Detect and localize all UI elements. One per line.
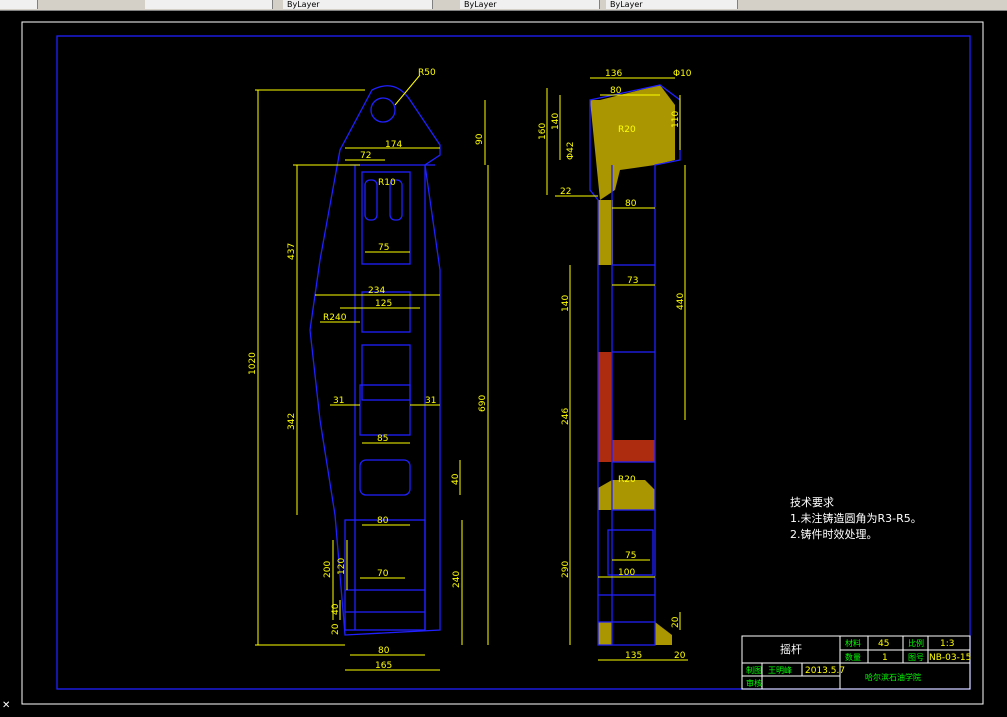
notes-line-2: 2.铸件时效处理。 <box>790 527 878 541</box>
dim-r20b: R20 <box>618 475 636 485</box>
dim-342: 342 <box>287 413 297 430</box>
school-name: 哈尔滨石油学院 <box>865 672 921 682</box>
inner-frame <box>56 35 971 690</box>
dim-80-top: 80 <box>610 86 622 96</box>
dim-1020: 1020 <box>248 352 258 375</box>
dim-r50: R50 <box>418 68 436 78</box>
dim-120: 120 <box>337 558 347 575</box>
outer-border <box>21 21 984 705</box>
dim-75: 75 <box>625 551 636 561</box>
dim-phi42: Φ42 <box>566 141 576 160</box>
qty-label: 数量 <box>845 652 861 662</box>
qty-value: 1 <box>882 653 888 663</box>
dim-72: 72 <box>360 151 371 161</box>
date: 2013.5.7 <box>805 666 845 676</box>
drawing-no-value: NB-03-15 <box>929 653 971 663</box>
right-view <box>589 84 681 646</box>
dim-125: 125 <box>375 299 392 309</box>
dim-90: 90 <box>475 133 485 145</box>
left-dimensions: 1020 R50 174 72 R10 90 437 75 234 125 R2… <box>248 68 489 671</box>
dim-r240: R240 <box>323 313 347 323</box>
dim-phi10: Φ10 <box>673 69 692 79</box>
dim-73: 73 <box>627 276 638 286</box>
notes-heading: 技术要求 <box>790 496 834 509</box>
dim-437: 437 <box>287 243 297 260</box>
dim-136: 136 <box>605 69 622 79</box>
dim-80b: 80 <box>625 199 637 209</box>
dim-70: 70 <box>377 569 389 579</box>
dim-246: 246 <box>561 408 571 425</box>
dim-440: 440 <box>676 293 686 310</box>
drawing-canvas[interactable]: 1020 R50 174 72 R10 90 437 75 234 125 R2… <box>0 10 1007 713</box>
technical-notes: 技术要求 1.未注铸造圆角为R3-R5。 2.铸件时效处理。 <box>790 496 922 541</box>
dim-75: 75 <box>378 243 389 253</box>
drawing-no-label: 图号 <box>908 653 924 662</box>
material-label: 材料 <box>845 638 861 648</box>
dim-20: 20 <box>331 623 341 635</box>
dim-140b: 140 <box>561 295 571 312</box>
material-value: 45 <box>878 639 889 649</box>
dim-100: 100 <box>618 568 635 578</box>
layer-dropdown[interactable] <box>145 0 273 9</box>
scale-value: 1:3 <box>940 639 954 649</box>
dim-135: 135 <box>625 651 642 661</box>
ucs-icon: ✕ <box>2 700 11 711</box>
left-view <box>309 85 441 636</box>
dim-20b: 20 <box>674 651 686 661</box>
dim-31a: 31 <box>333 396 344 406</box>
dim-240: 240 <box>452 571 462 588</box>
dim-174: 174 <box>385 140 402 150</box>
dim-165: 165 <box>375 661 392 671</box>
dim-40b: 40 <box>331 603 341 615</box>
designer-label: 制图 <box>746 665 762 675</box>
designer-name: 王明峰 <box>768 665 792 675</box>
dim-r10: R10 <box>378 178 396 188</box>
notes-line-1: 1.未注铸造圆角为R3-R5。 <box>790 511 922 525</box>
dim-22: 22 <box>560 187 571 197</box>
dim-200: 200 <box>323 561 333 578</box>
dim-234: 234 <box>368 286 385 296</box>
cad-drawing[interactable]: 1020 R50 174 72 R10 90 437 75 234 125 R2… <box>0 10 1007 713</box>
part-name: 摇杆 <box>780 642 802 656</box>
checker-label: 审核 <box>746 678 762 688</box>
dim-r20a: R20 <box>618 125 636 135</box>
dim-20a: 20 <box>671 616 681 628</box>
dim-690: 690 <box>478 395 488 412</box>
title-block: 摇杆 材料 45 比例 1:3 数量 1 图号 NB-03-15 制图 王明峰 … <box>741 635 971 690</box>
dim-160: 160 <box>538 123 548 140</box>
dim-31b: 31 <box>425 396 436 406</box>
lineweight-dropdown[interactable]: ByLayer <box>606 0 738 9</box>
dim-80a: 80 <box>377 516 389 526</box>
linetype-dropdown[interactable]: ByLayer <box>460 0 600 9</box>
dim-290: 290 <box>561 561 571 578</box>
dim-140a: 140 <box>551 113 561 130</box>
dim-85: 85 <box>377 434 388 444</box>
toolbar-file-icon[interactable] <box>0 0 38 9</box>
scale-label: 比例 <box>908 638 924 648</box>
dim-110: 110 <box>671 111 681 128</box>
dim-40: 40 <box>451 473 461 485</box>
dim-80b: 80 <box>378 646 390 656</box>
color-dropdown[interactable]: ByLayer <box>283 0 433 9</box>
